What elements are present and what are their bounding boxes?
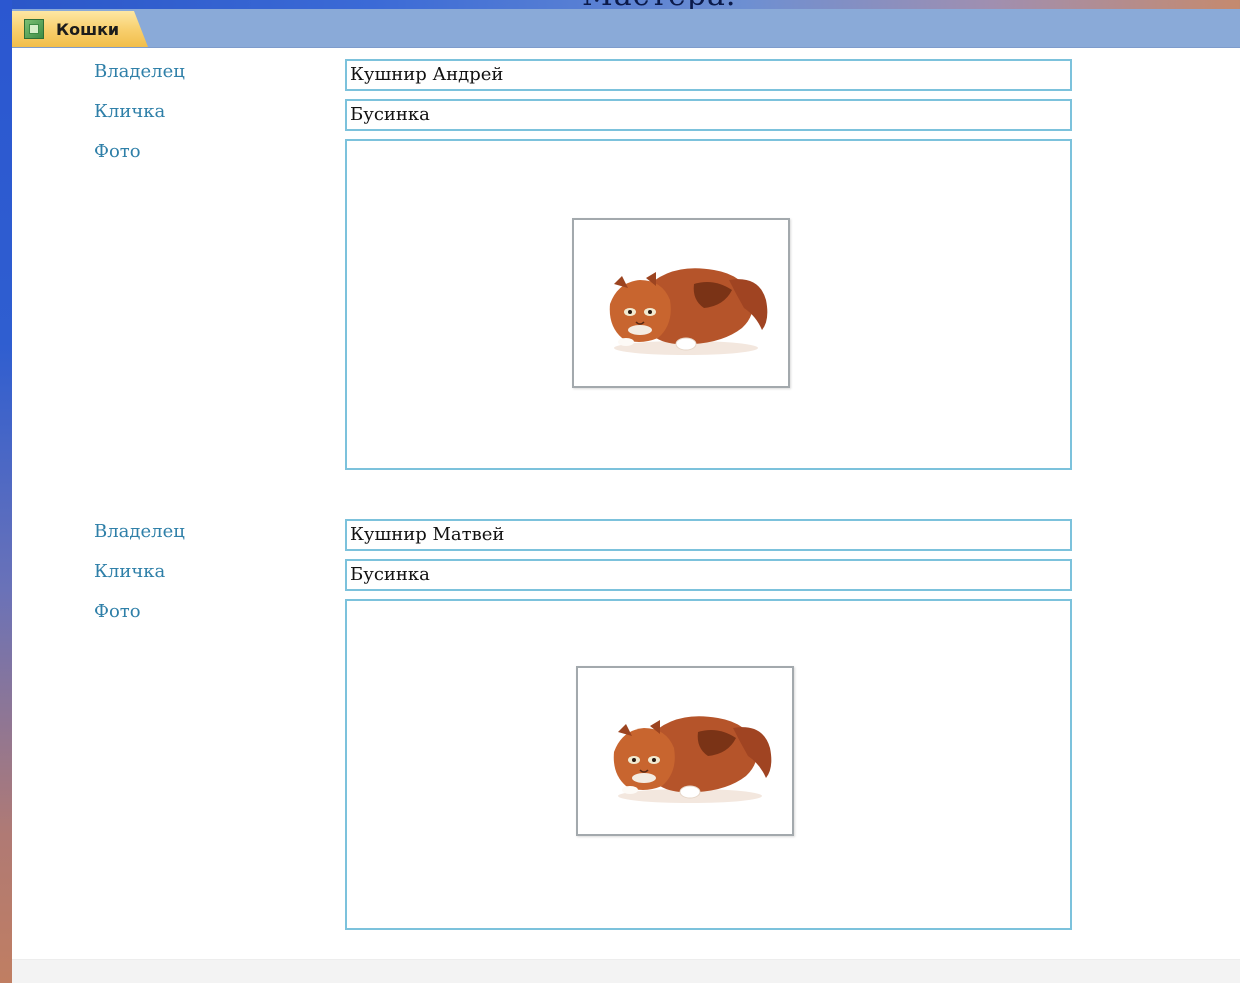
owner-field[interactable]: Кушнир Андрей <box>345 59 1072 91</box>
owner-label: Владелец <box>94 521 185 542</box>
owner-field[interactable]: Кушнир Матвей <box>345 519 1072 551</box>
tab-label: Кошки <box>56 19 120 39</box>
nickname-label: Кличка <box>94 561 166 582</box>
form-icon <box>24 19 44 39</box>
owner-value: Кушнир Матвей <box>350 524 505 545</box>
nickname-field[interactable]: Бусинка <box>345 99 1072 131</box>
photo-label: Фото <box>94 141 141 162</box>
owner-label: Владелец <box>94 61 185 82</box>
photo-field[interactable] <box>345 139 1072 470</box>
nickname-field[interactable]: Бусинка <box>345 559 1072 591</box>
form-footer <box>12 959 1240 983</box>
access-form-window: Кошки Владелец Кушнир Андрей Кличка Буси… <box>12 9 1240 983</box>
photo-field[interactable] <box>345 599 1072 930</box>
cat-image <box>609 268 768 355</box>
document-tab-bar: Кошки <box>12 9 1240 48</box>
tab-koshki[interactable]: Кошки <box>12 11 148 47</box>
nickname-value: Бусинка <box>350 104 430 125</box>
owner-value: Кушнир Андрей <box>350 64 504 85</box>
cat-photo <box>576 666 794 836</box>
nickname-label: Кличка <box>94 101 166 122</box>
slide-left-border <box>0 0 12 983</box>
cat-photo <box>572 218 790 388</box>
nickname-value: Бусинка <box>350 564 430 585</box>
cat-image <box>613 716 772 803</box>
photo-label: Фото <box>94 601 141 622</box>
